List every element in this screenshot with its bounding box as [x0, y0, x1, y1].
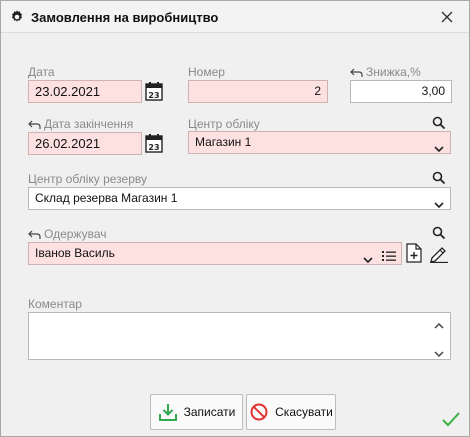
end-date-field[interactable]: 26.02.2021	[28, 132, 142, 155]
calendar-icon[interactable]: 23	[145, 133, 163, 156]
calendar-icon[interactable]: 23	[145, 81, 163, 104]
date-field[interactable]: 23.02.2021	[28, 80, 142, 103]
gear-icon	[9, 9, 25, 25]
discount-label-text: Знижка,%	[366, 65, 421, 79]
discount-field[interactable]: 3,00	[350, 80, 452, 103]
reserve-center-select[interactable]: Склад резерва Магазин 1	[28, 187, 451, 210]
search-icon[interactable]	[432, 226, 446, 243]
recipient-value: Іванов Василь	[35, 246, 115, 260]
recipient-select[interactable]: Іванов Василь	[28, 242, 402, 265]
reserve-center-value: Склад резерва Магазин 1	[35, 191, 178, 205]
end-date-label: Дата закінчення	[28, 117, 133, 131]
end-date-label-text: Дата закінчення	[44, 117, 134, 131]
scroll-up-icon[interactable]	[434, 318, 444, 332]
dialog-window: Замовлення на виробництво Дата 23.02.202…	[0, 0, 470, 437]
comment-label: Коментар	[28, 297, 82, 311]
undo-icon	[28, 230, 41, 239]
date-label: Дата	[28, 65, 55, 79]
recipient-label: Одержувач	[28, 227, 106, 241]
chevron-down-icon[interactable]	[434, 195, 444, 216]
search-icon[interactable]	[432, 171, 446, 188]
chevron-down-icon[interactable]	[434, 139, 444, 160]
confirm-check-icon[interactable]	[442, 411, 460, 430]
close-icon[interactable]	[437, 7, 457, 27]
title-bar: Замовлення на виробництво	[1, 1, 469, 33]
scroll-down-icon[interactable]	[434, 347, 444, 361]
save-button-label: Записати	[183, 405, 236, 419]
list-icon[interactable]	[382, 248, 396, 269]
svg-text:23: 23	[148, 143, 159, 152]
add-document-icon[interactable]	[406, 243, 423, 266]
discount-label: Знижка,%	[350, 65, 421, 79]
undo-icon	[28, 120, 41, 129]
number-label: Номер	[188, 65, 225, 79]
save-button[interactable]: Записати	[150, 394, 243, 430]
dialog-title: Замовлення на виробництво	[31, 10, 219, 25]
chevron-down-icon[interactable]	[363, 250, 373, 271]
undo-icon	[350, 68, 363, 77]
cancel-button[interactable]: Скасувати	[246, 394, 336, 430]
account-center-label: Центр обліку	[188, 117, 260, 131]
number-field[interactable]: 2	[188, 80, 328, 103]
edit-pencil-icon[interactable]	[429, 243, 449, 266]
download-icon	[158, 404, 177, 421]
account-center-value: Магазин 1	[195, 135, 252, 149]
account-center-select[interactable]: Магазин 1	[188, 131, 451, 154]
recipient-label-text: Одержувач	[44, 227, 107, 241]
cancel-icon	[250, 403, 268, 421]
reserve-center-label: Центр обліку резерву	[28, 172, 147, 186]
cancel-button-label: Скасувати	[275, 405, 333, 419]
svg-text:23: 23	[148, 91, 159, 100]
comment-textarea[interactable]	[28, 312, 451, 360]
